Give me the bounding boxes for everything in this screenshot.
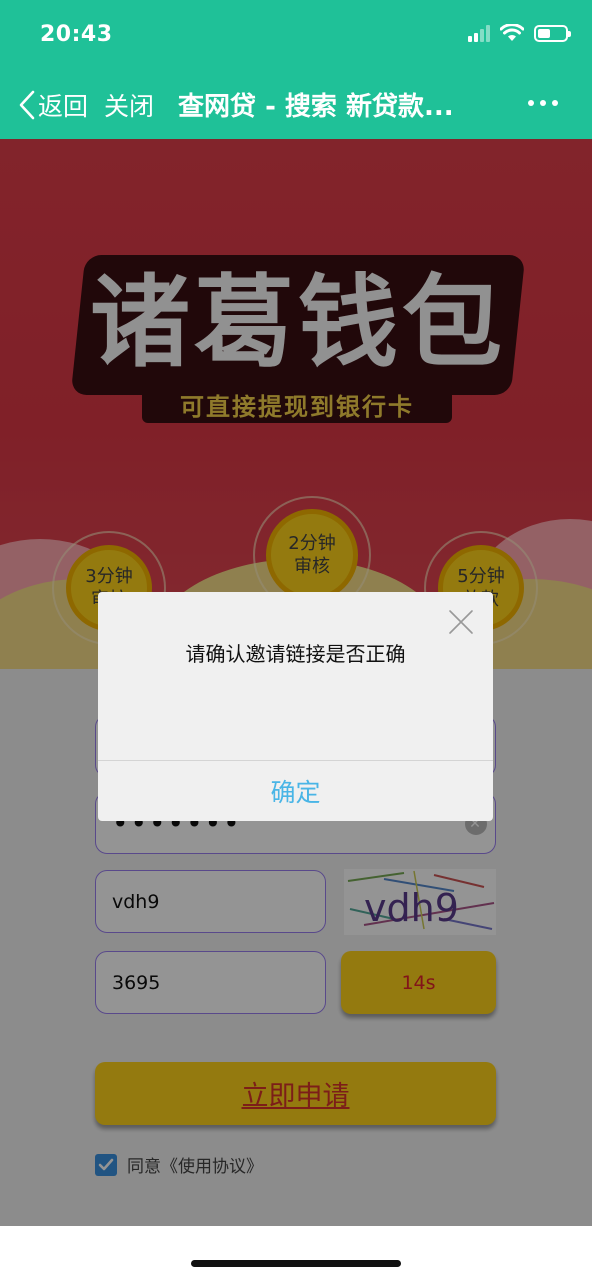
back-label: 返回	[38, 91, 89, 121]
chevron-left-icon	[19, 90, 35, 119]
close-link[interactable]: 关闭	[104, 87, 154, 123]
battery-icon	[534, 24, 571, 42]
home-indicator[interactable]	[191, 1260, 401, 1267]
dialog-confirm-button[interactable]: 确定	[98, 761, 493, 821]
back-button[interactable]: 返回	[18, 87, 88, 123]
status-icons	[468, 24, 571, 42]
close-icon[interactable]	[447, 608, 475, 636]
wifi-icon	[500, 24, 524, 41]
screen: 20:43 返回 关闭 查网贷 - 搜索 新贷款... 诸葛钱包 可直接提现到银…	[0, 0, 592, 1280]
confirm-dialog: 请确认邀请链接是否正确 确定	[98, 592, 493, 821]
dialog-message: 请确认邀请链接是否正确	[185, 642, 406, 666]
status-time: 20:43	[40, 22, 113, 47]
signal-icon	[468, 24, 490, 42]
more-icon[interactable]	[528, 100, 558, 106]
page-title: 查网贷 - 搜索 新贷款...	[178, 92, 454, 122]
home-area	[0, 1226, 592, 1280]
nav-bar: 返回 关闭 查网贷 - 搜索 新贷款...	[0, 70, 592, 139]
status-bar: 20:43	[0, 0, 592, 70]
